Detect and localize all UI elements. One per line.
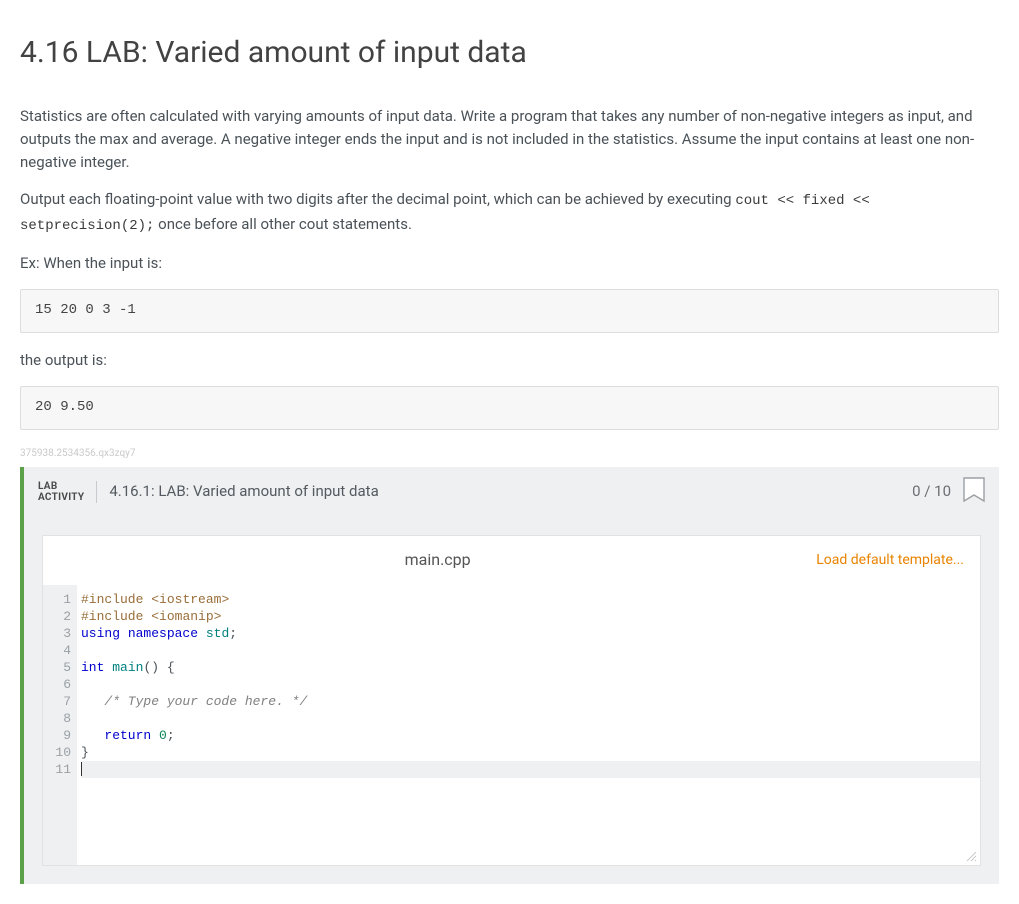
activity-badge: LAB ACTIVITY xyxy=(38,481,97,503)
example-input-block: 15 20 0 3 -1 xyxy=(20,289,999,333)
editor-toolbar: main.cpp Load default template... xyxy=(43,536,980,585)
page-title: 4.16 LAB: Varied amount of input data xyxy=(20,30,999,77)
activity-header: LAB ACTIVITY 4.16.1: LAB: Varied amount … xyxy=(24,467,999,517)
watermark-text: 375938.2534356.qx3zqy7 xyxy=(20,446,999,462)
description-paragraph-2: Output each floating-point value with tw… xyxy=(20,188,999,237)
example-input-label: Ex: When the input is: xyxy=(20,252,999,275)
activity-body: main.cpp Load default template... 123456… xyxy=(24,517,999,884)
bookmark-icon[interactable] xyxy=(963,477,985,507)
editor-filename: main.cpp xyxy=(59,548,816,573)
activity-badge-line1: LAB xyxy=(38,481,84,492)
example-output-label: the output is: xyxy=(20,349,999,372)
activity-title: 4.16.1: LAB: Varied amount of input data xyxy=(97,480,378,503)
lab-activity-container: LAB ACTIVITY 4.16.1: LAB: Varied amount … xyxy=(20,467,999,884)
resize-handle-icon[interactable] xyxy=(965,850,977,862)
activity-score: 0 / 10 xyxy=(912,480,951,503)
code-editor-card: main.cpp Load default template... 123456… xyxy=(42,535,981,866)
code-editor[interactable]: 1234567891011 #include <iostream>#includ… xyxy=(43,585,980,865)
code-content[interactable]: #include <iostream>#include <iomanip>usi… xyxy=(77,585,980,865)
example-output-block: 20 9.50 xyxy=(20,386,999,430)
line-number-gutter: 1234567891011 xyxy=(43,585,77,865)
description-paragraph-1: Statistics are often calculated with var… xyxy=(20,105,999,175)
p2-post: once before all other cout statements. xyxy=(154,215,411,233)
load-default-template-link[interactable]: Load default template... xyxy=(816,550,964,572)
activity-badge-line2: ACTIVITY xyxy=(38,492,84,503)
p2-pre: Output each floating-point value with tw… xyxy=(20,190,735,208)
